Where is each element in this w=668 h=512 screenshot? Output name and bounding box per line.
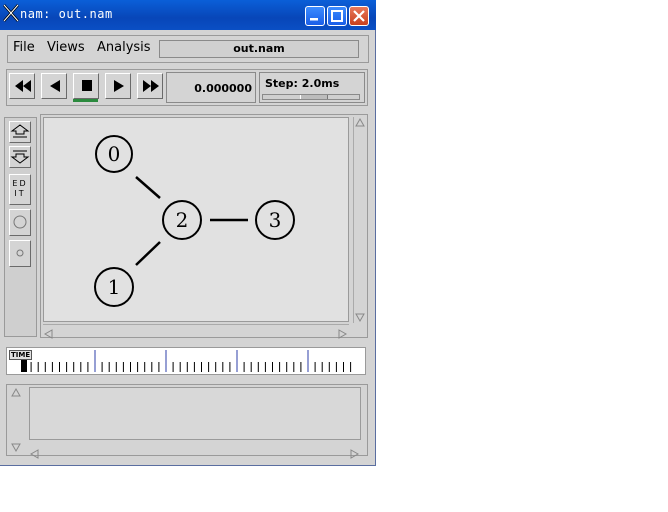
edit-label-1: ED [12, 179, 28, 188]
timeline-slider[interactable] [6, 347, 366, 375]
link-1-2 [135, 241, 161, 266]
link-0-2 [135, 176, 161, 199]
x-app-icon [3, 4, 19, 22]
edit-button[interactable]: ED IT [9, 174, 31, 205]
filename-display: out.nam [159, 40, 359, 58]
rewind-icon [15, 80, 31, 92]
time-display: 0.000000 [166, 72, 256, 103]
step-slider-thumb[interactable] [300, 95, 328, 99]
fast-forward-icon [143, 80, 159, 92]
step-label: Step: 2.0ms [265, 77, 340, 90]
vertical-scroll-arrows [355, 117, 365, 323]
annotation-horizontal-scroll-arrows [29, 449, 360, 459]
zoom-out-button[interactable] [9, 146, 31, 168]
menu-views[interactable]: Views [47, 40, 85, 55]
annotation-list[interactable] [29, 387, 361, 440]
node-1[interactable]: 1 [94, 267, 134, 307]
menu-analysis[interactable]: Analysis [97, 40, 151, 55]
timeline-label: TIME [9, 350, 33, 360]
circle-large-button[interactable] [9, 209, 31, 236]
zoom-out-icon [10, 150, 30, 164]
close-icon [353, 10, 365, 22]
minimize-icon [310, 18, 318, 21]
annotation-vertical-scroll-arrows [11, 387, 21, 453]
stop-button[interactable] [73, 73, 99, 99]
node-2[interactable]: 2 [162, 200, 202, 240]
zoom-in-icon [10, 124, 30, 138]
menu-file[interactable]: File [13, 40, 35, 55]
timeline-ticks [21, 350, 352, 372]
stop-active-indicator [73, 99, 98, 102]
node-2-label: 2 [176, 208, 189, 232]
node-3-label: 3 [269, 208, 282, 232]
play-backward-button[interactable] [41, 73, 67, 99]
node-3[interactable]: 3 [255, 200, 295, 240]
canvas-vertical-scrollbar[interactable] [353, 117, 365, 323]
fast-forward-button[interactable] [137, 73, 163, 99]
maximize-button[interactable] [327, 6, 347, 26]
circle-small-button[interactable] [9, 240, 31, 267]
node-0[interactable]: 0 [95, 135, 133, 173]
annotation-vertical-scrollbar[interactable] [10, 387, 22, 453]
minimize-button[interactable] [305, 6, 325, 26]
play-backward-icon [50, 80, 60, 92]
play-forward-icon [114, 80, 124, 92]
network-canvas[interactable]: 0 2 3 1 [43, 117, 349, 322]
node-0-label: 0 [108, 142, 121, 166]
network-topology: 0 2 3 1 [94, 135, 295, 307]
canvas-horizontal-scrollbar[interactable] [43, 324, 349, 339]
zoom-in-button[interactable] [9, 121, 31, 143]
window-title: nam: out.nam [20, 7, 113, 21]
stop-icon [82, 80, 92, 91]
circle-large-icon [13, 215, 27, 229]
horizontal-scroll-arrows [43, 329, 348, 339]
rewind-button[interactable] [9, 73, 35, 99]
title-bar[interactable]: nam: out.nam [0, 0, 376, 30]
node-1-label: 1 [108, 275, 121, 299]
close-button[interactable] [349, 6, 369, 26]
play-forward-button[interactable] [105, 73, 131, 99]
maximize-icon [331, 10, 343, 22]
annotation-horizontal-scrollbar[interactable] [29, 444, 361, 459]
edit-label-2: IT [14, 189, 26, 198]
circle-small-icon [16, 249, 24, 257]
